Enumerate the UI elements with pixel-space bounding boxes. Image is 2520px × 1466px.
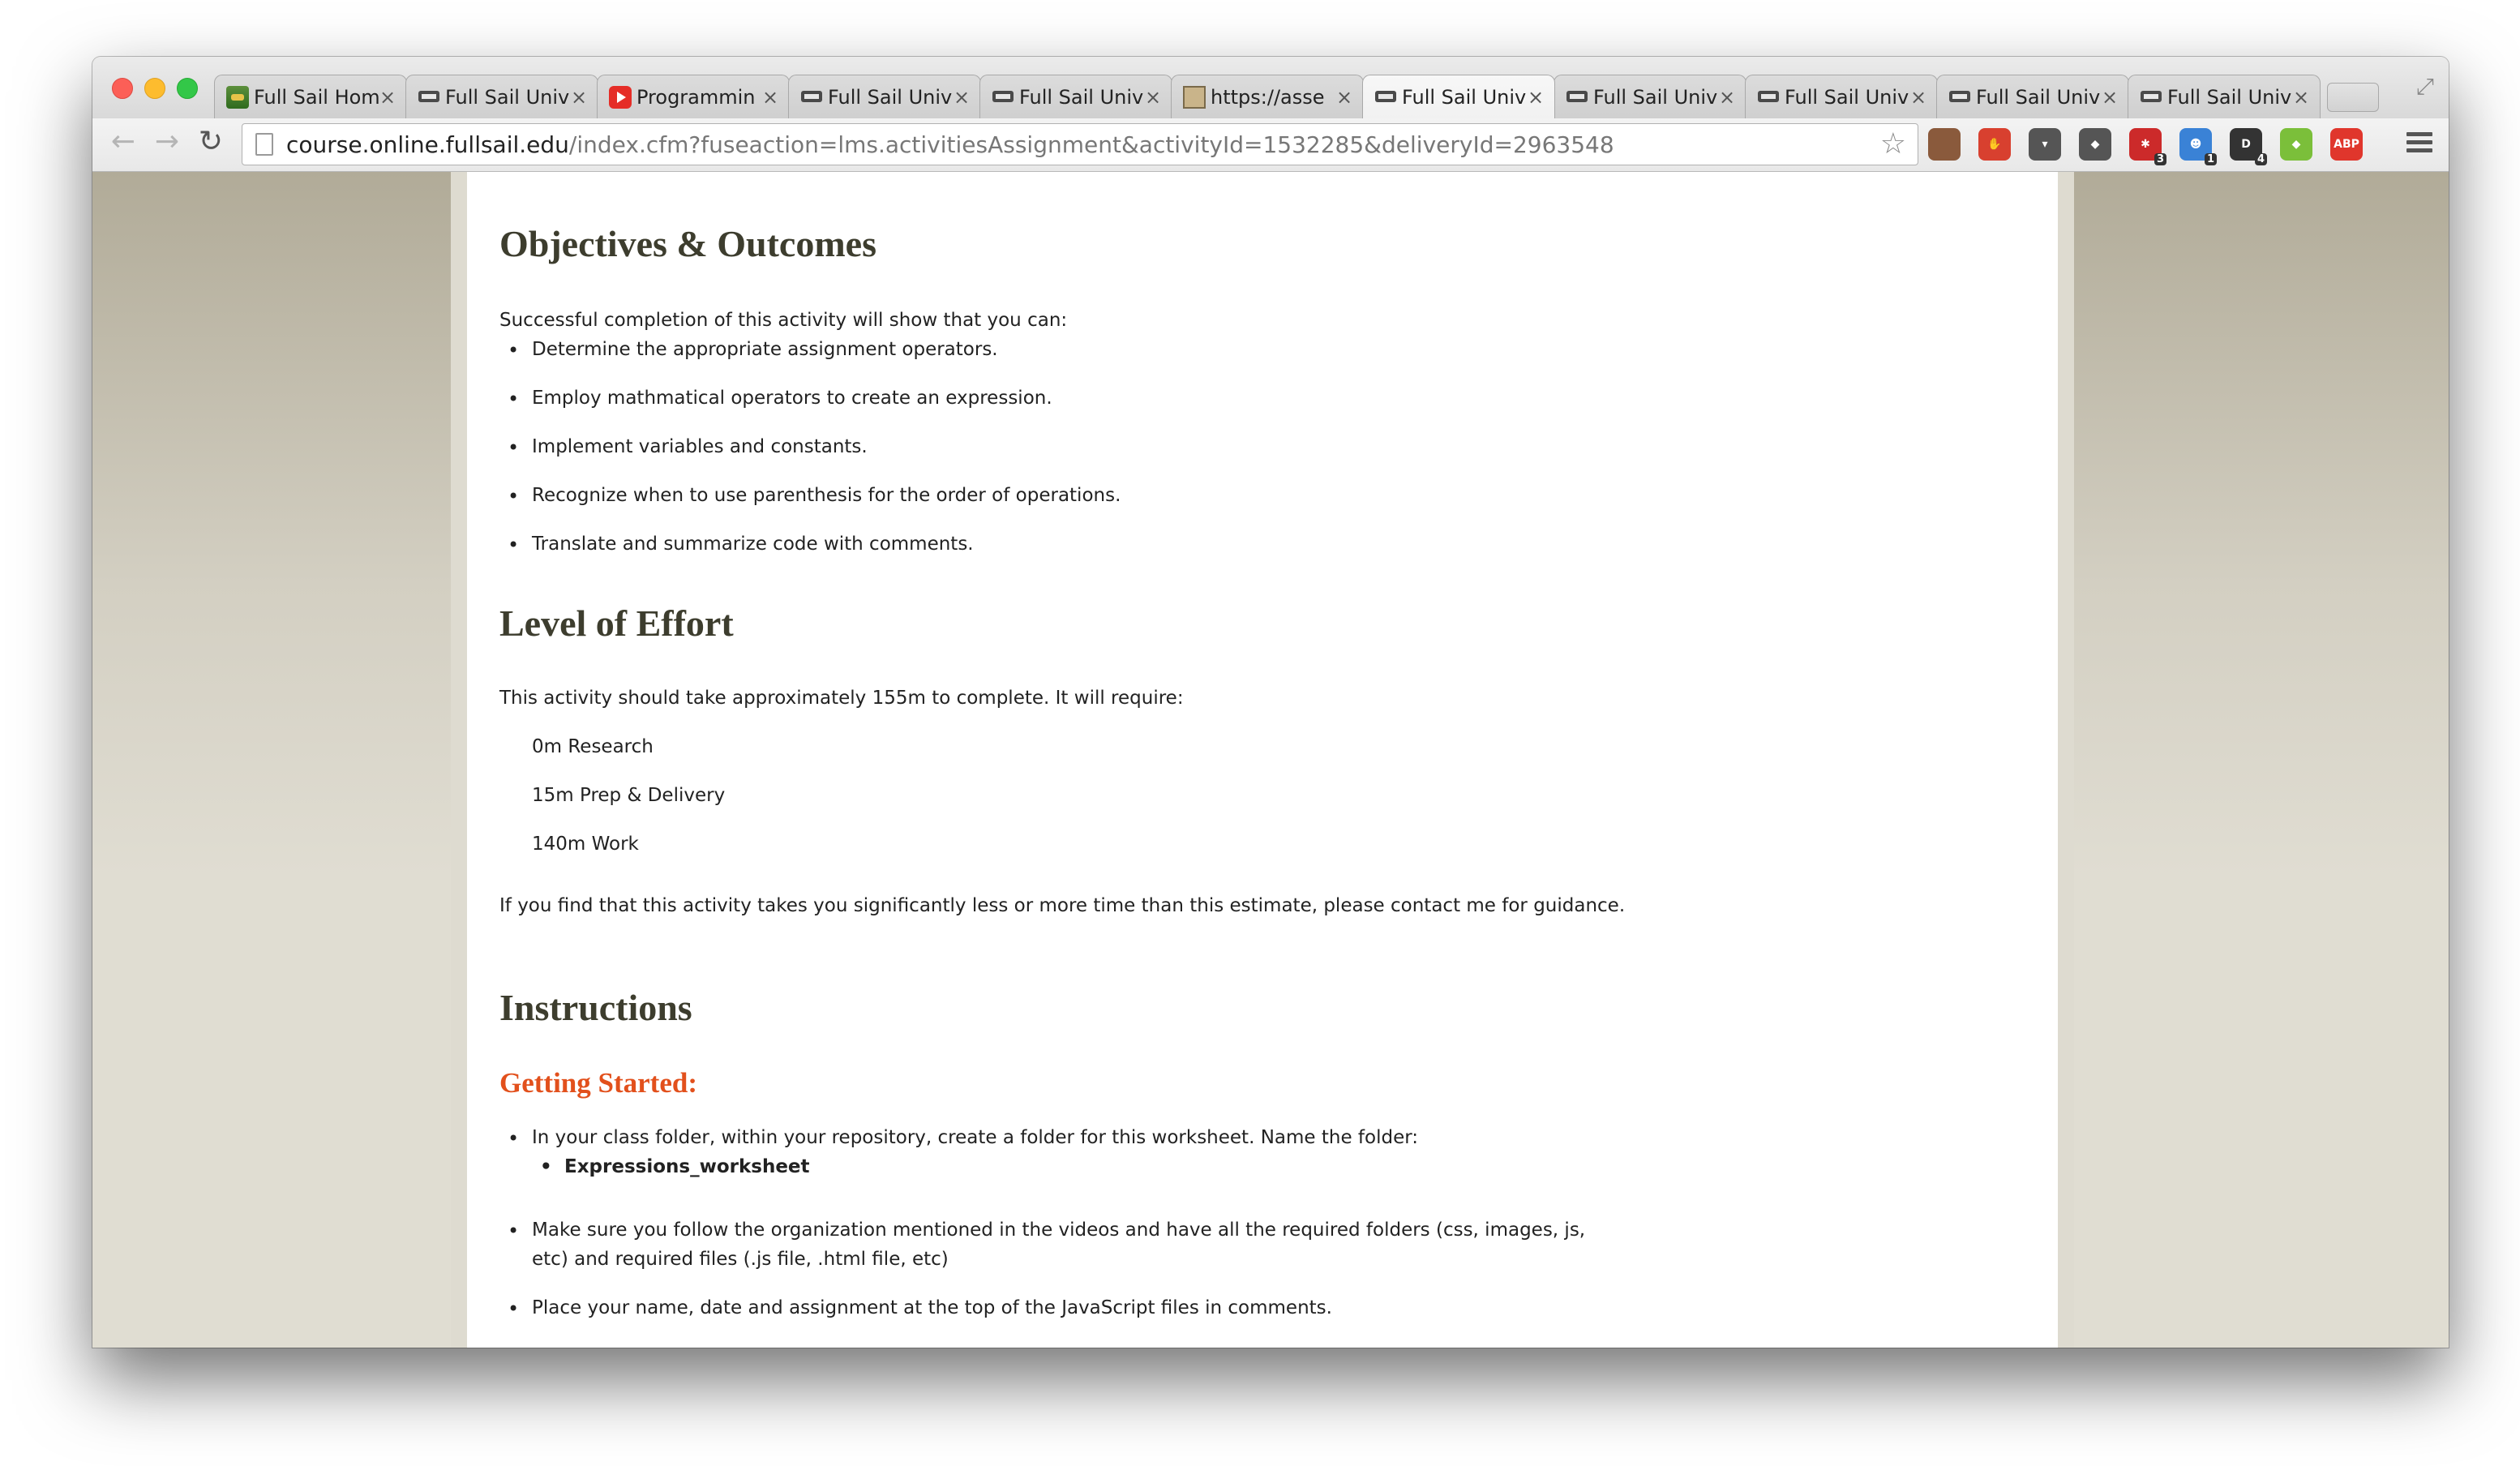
- tab[interactable]: Programmin ×: [597, 75, 790, 118]
- bookmark-star-icon[interactable]: ☆: [1880, 127, 1906, 161]
- fullsail-icon: [1374, 86, 1397, 109]
- tab-close-icon[interactable]: ×: [761, 86, 779, 109]
- extension-badge: 4: [2254, 153, 2267, 165]
- fullsail-icon: [992, 86, 1014, 109]
- list-item: Implement variables and constants.: [508, 436, 868, 459]
- list-item: Determine the appropriate assignment ope…: [508, 339, 998, 362]
- url-host: course.online.fullsail.edu: [286, 131, 569, 158]
- address-bar[interactable]: course.online.fullsail.edu/index.cfm?fus…: [242, 123, 1918, 165]
- tag-extension-icon[interactable]: ◆: [2079, 128, 2111, 161]
- tab[interactable]: Full Sail Univ ×: [2128, 75, 2321, 118]
- window-minimize-button[interactable]: [144, 78, 165, 99]
- tab-active[interactable]: Full Sail Univ ×: [1362, 75, 1555, 118]
- tab-close-icon[interactable]: ×: [1335, 86, 1353, 109]
- pocket-extension-icon[interactable]: ▾: [2029, 128, 2061, 161]
- tab-title: Programmin: [636, 85, 756, 109]
- new-tab-button[interactable]: [2327, 83, 2379, 112]
- window-maximize-button[interactable]: [177, 78, 198, 99]
- tab[interactable]: Full Sail Univ ×: [1554, 75, 1746, 118]
- effort-heading: Level of Effort: [499, 602, 734, 644]
- tab-title: Full Sail Univ: [1402, 85, 1527, 109]
- puzzle-red-extension-icon[interactable]: ✱ 3: [2129, 128, 2166, 165]
- tab-title: Full Sail Univ: [1019, 85, 1144, 109]
- adblock-extension-icon[interactable]: ABP: [2330, 128, 2363, 161]
- fullsail-icon: [1757, 86, 1780, 109]
- instagram-extension-icon[interactable]: [1928, 128, 1961, 161]
- tab-close-icon[interactable]: ×: [2292, 86, 2310, 109]
- youtube-icon: [609, 85, 632, 109]
- fullsail-icon: [1948, 86, 1971, 109]
- effort-note: If you find that this activity takes you…: [499, 895, 1626, 916]
- tab-title: Full Sail Univ: [2167, 85, 2292, 109]
- instructions-heading: Instructions: [499, 987, 692, 1028]
- url-path: /index.cfm?fuseaction=lms.activitiesAssi…: [568, 131, 1614, 158]
- tab-title: https://asse: [1211, 85, 1325, 109]
- list-item: Place your name, date and assignment at …: [508, 1297, 1332, 1320]
- fullsail-icon: [1566, 86, 1588, 109]
- effort-item: 140m Work: [532, 834, 639, 855]
- extension-badge: 1: [2204, 153, 2217, 165]
- content-panel: Objectives & Outcomes Successful complet…: [467, 172, 2058, 1348]
- tab[interactable]: https://asse ×: [1171, 75, 1364, 118]
- browser-window: Full Sail Hom × Full Sail Univ × Program…: [92, 57, 2449, 1348]
- tab-title: Full Sail Univ: [1593, 85, 1718, 109]
- hamburger-menu-icon[interactable]: [2406, 128, 2432, 159]
- list-item: Recognize when to use parenthesis for th…: [508, 485, 1121, 508]
- fullsail-icon: [418, 86, 440, 109]
- list-item: In your class folder, within your reposi…: [508, 1127, 1418, 1150]
- objectives-intro: Successful completion of this activity w…: [499, 310, 1068, 331]
- page-viewport: Objectives & Outcomes Successful complet…: [92, 172, 2449, 1348]
- tab[interactable]: Full Sail Univ ×: [788, 75, 981, 118]
- forward-arrow-icon[interactable]: →: [149, 125, 185, 158]
- tab-close-icon[interactable]: ×: [1144, 86, 1162, 109]
- page-icon: [255, 133, 273, 156]
- tab-close-icon[interactable]: ×: [953, 86, 971, 109]
- list-item: Make sure you follow the organization me…: [508, 1220, 1585, 1242]
- tab[interactable]: Full Sail Univ ×: [1745, 75, 1938, 118]
- tab[interactable]: Full Sail Hom ×: [214, 75, 407, 118]
- back-arrow-icon[interactable]: ←: [105, 125, 141, 158]
- tab-close-icon[interactable]: ×: [379, 86, 396, 109]
- effort-intro: This activity should take approximately …: [499, 688, 1184, 709]
- ghost-extension-icon[interactable]: ☻ 1: [2179, 128, 2217, 165]
- tab[interactable]: Full Sail Univ ×: [405, 75, 598, 118]
- image-icon: [1183, 85, 1206, 109]
- objectives-heading: Objectives & Outcomes: [499, 223, 876, 264]
- effort-item: 15m Prep & Delivery: [532, 785, 726, 806]
- leaf-extension-icon[interactable]: ◆: [2280, 128, 2312, 161]
- fullsail-icon: [2140, 86, 2162, 109]
- tab-title: Full Sail Univ: [1976, 85, 2101, 109]
- tab-close-icon[interactable]: ×: [1909, 86, 1927, 109]
- extension-badge: 3: [2154, 153, 2166, 165]
- effort-item: 0m Research: [532, 736, 654, 757]
- tab-strip: Full Sail Hom × Full Sail Univ × Program…: [92, 57, 2449, 118]
- window-close-button[interactable]: [112, 78, 133, 99]
- tab[interactable]: Full Sail Univ ×: [1936, 75, 2129, 118]
- tab-close-icon[interactable]: ×: [1718, 86, 1736, 109]
- stop-hand-extension-icon[interactable]: ✋: [1978, 128, 2011, 161]
- tabs: Full Sail Hom × Full Sail Univ × Program…: [214, 75, 2379, 118]
- tab-title: Full Sail Hom: [254, 85, 379, 109]
- d-extension-icon[interactable]: D4: [2230, 128, 2267, 165]
- reload-icon[interactable]: ↻: [193, 125, 229, 158]
- tab[interactable]: Full Sail Univ ×: [979, 75, 1172, 118]
- hat-icon: [226, 85, 249, 109]
- folder-name: Expressions_worksheet: [540, 1156, 809, 1177]
- tab-close-icon[interactable]: ×: [570, 86, 588, 109]
- list-item: Employ mathmatical operators to create a…: [508, 388, 1052, 410]
- tab-title: Full Sail Univ: [1785, 85, 1909, 109]
- tab-title: Full Sail Univ: [445, 85, 570, 109]
- toolbar: ← → ↻ course.online.fullsail.edu/index.c…: [92, 118, 2449, 172]
- list-item: Translate and summarize code with commen…: [508, 534, 974, 556]
- fullscreen-icon[interactable]: ⤢: [2416, 73, 2434, 101]
- tab-title: Full Sail Univ: [828, 85, 953, 109]
- getting-started-heading: Getting Started:: [499, 1067, 697, 1099]
- tab-close-icon[interactable]: ×: [2101, 86, 2119, 109]
- fullsail-icon: [800, 86, 823, 109]
- tab-close-icon[interactable]: ×: [1527, 86, 1545, 109]
- list-item-continuation: etc) and required files (.js file, .html…: [532, 1249, 949, 1270]
